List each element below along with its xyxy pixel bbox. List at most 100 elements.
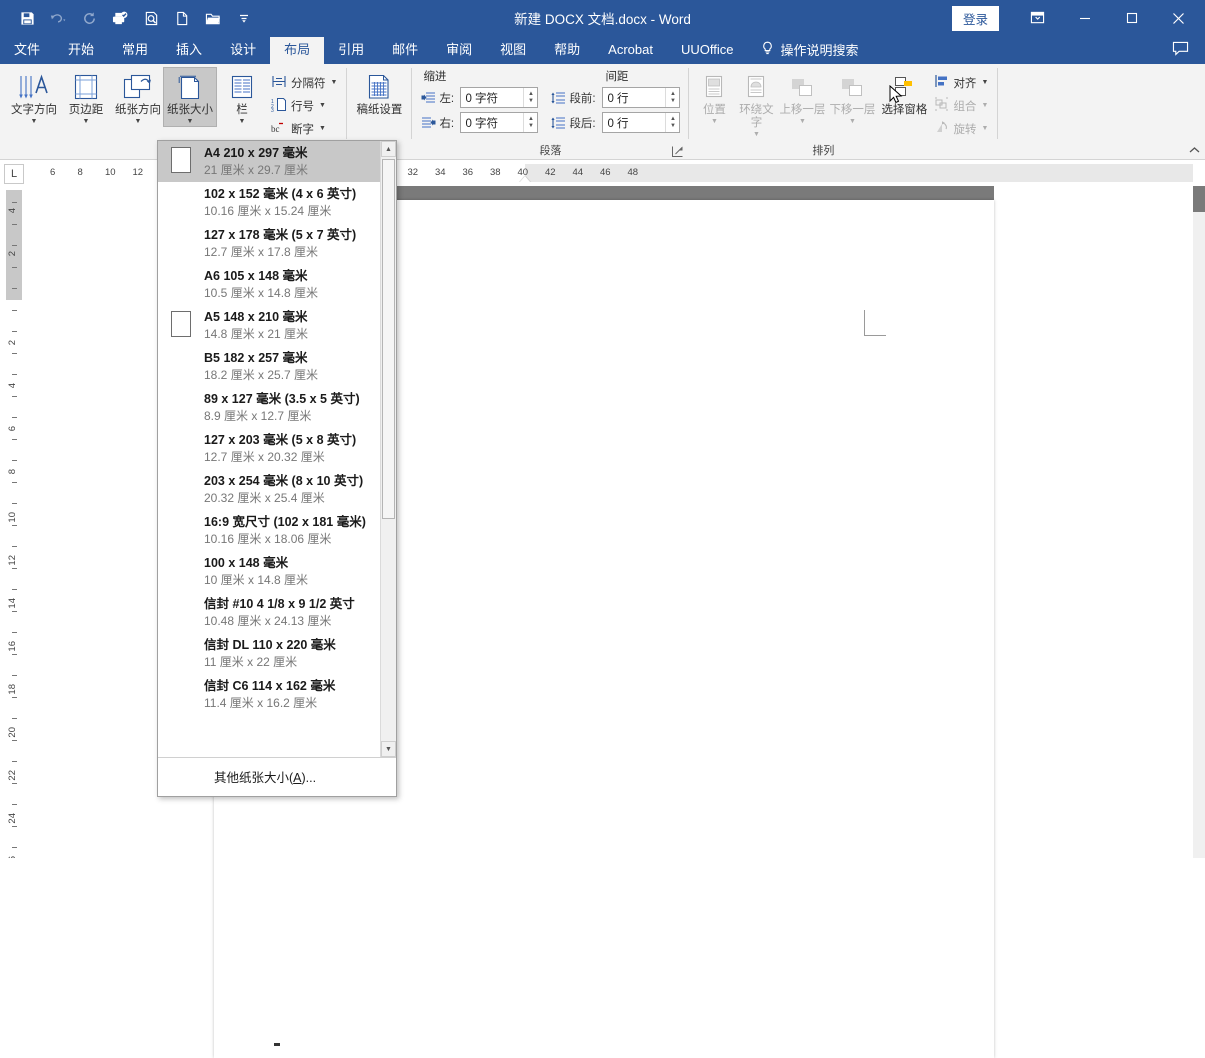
- chevron-down-icon[interactable]: ▼: [135, 118, 142, 126]
- paper-size-item[interactable]: 100 x 148 毫米 10 厘米 x 14.8 厘米: [158, 551, 380, 592]
- tab-mailings[interactable]: 邮件: [378, 37, 432, 64]
- paper-size-item[interactable]: 信封 #10 4 1/8 x 9 1/2 英寸 10.48 厘米 x 24.13 …: [158, 592, 380, 633]
- line-numbers-button[interactable]: 123 行号 ▼: [268, 94, 342, 117]
- space-before-field[interactable]: 0 行 ▲ ▼: [602, 87, 681, 108]
- paper-size-item[interactable]: 16:9 宽尺寸 (102 x 181 毫米) 10.16 厘米 x 18.06 …: [158, 510, 380, 551]
- undo-icon[interactable]: [45, 5, 71, 31]
- tab-home[interactable]: 开始: [54, 37, 108, 64]
- minimize-icon[interactable]: [1062, 0, 1107, 36]
- tab-stop-selector[interactable]: L: [4, 164, 24, 184]
- chevron-down-icon[interactable]: ▼: [711, 118, 718, 126]
- tab-references[interactable]: 引用: [324, 37, 378, 64]
- quick-print-icon[interactable]: [107, 5, 133, 31]
- paper-size-item[interactable]: A4 210 x 297 毫米 21 厘米 x 29.7 厘米: [158, 141, 380, 182]
- sign-in-button[interactable]: 登录: [951, 5, 999, 31]
- chevron-down-icon[interactable]: ▼: [753, 131, 760, 139]
- paper-size-item[interactable]: 89 x 127 毫米 (3.5 x 5 英寸) 8.9 厘米 x 12.7 厘米: [158, 387, 380, 428]
- paper-size-item[interactable]: 127 x 178 毫米 (5 x 7 英寸) 12.7 厘米 x 17.8 厘米: [158, 223, 380, 264]
- paper-size-item-dimensions: 20.32 厘米 x 25.4 厘米: [204, 491, 325, 505]
- paragraph-dialog-launcher[interactable]: [671, 145, 684, 158]
- manuscript-grid-button[interactable]: 稿纸设置: [351, 68, 407, 117]
- tab-acrobat[interactable]: Acrobat: [594, 37, 667, 64]
- wrap-text-button[interactable]: 环绕文字 ▼: [735, 68, 777, 139]
- tab-view[interactable]: 视图: [486, 37, 540, 64]
- paper-size-item[interactable]: 203 x 254 毫米 (8 x 10 英寸) 20.32 厘米 x 25.4 …: [158, 469, 380, 510]
- chevron-down-icon[interactable]: ▼: [31, 118, 38, 126]
- paper-size-item[interactable]: 102 x 152 毫米 (4 x 6 英寸) 10.16 厘米 x 15.24 …: [158, 182, 380, 223]
- redo-icon[interactable]: [76, 5, 102, 31]
- scrollbar-thumb[interactable]: [382, 159, 395, 519]
- ruler-dash: [12, 417, 17, 418]
- new-document-icon[interactable]: [169, 5, 195, 31]
- tab-common[interactable]: 常用: [108, 37, 162, 64]
- paper-size-item[interactable]: 信封 DL 110 x 220 毫米 11 厘米 x 22 厘米: [158, 633, 380, 674]
- paper-size-item[interactable]: A5 148 x 210 毫米 14.8 厘米 x 21 厘米: [158, 305, 380, 346]
- tab-insert[interactable]: 插入: [162, 37, 216, 64]
- save-icon[interactable]: [14, 5, 40, 31]
- vertical-scrollbar[interactable]: [1193, 212, 1205, 858]
- open-icon[interactable]: [200, 5, 226, 31]
- columns-button[interactable]: 栏 ▼: [216, 68, 268, 126]
- chevron-down-icon[interactable]: ▼: [981, 125, 988, 132]
- margins-button[interactable]: 页边距 ▼: [60, 68, 112, 126]
- group-button[interactable]: 组合 ▼: [931, 94, 993, 117]
- customize-qat-icon[interactable]: [231, 5, 257, 31]
- spinner-arrows[interactable]: ▲ ▼: [523, 113, 537, 132]
- more-paper-sizes-item[interactable]: 其他纸张大小(A)...: [158, 765, 396, 788]
- tab-layout[interactable]: 布局: [270, 37, 325, 64]
- paper-size-button[interactable]: 纸张大小 ▼: [163, 67, 217, 127]
- paper-size-item[interactable]: 信封 C6 114 x 162 毫米 11.4 厘米 x 16.2 厘米: [158, 674, 380, 715]
- tab-review[interactable]: 审阅: [432, 37, 486, 64]
- send-backward-button[interactable]: 下移一层 ▼: [827, 68, 877, 126]
- page-shape-icon: [171, 311, 191, 337]
- chevron-down-icon[interactable]: ▼: [83, 118, 90, 126]
- hyphenation-button[interactable]: bc 断字 ▼: [268, 117, 342, 140]
- spinner-arrows[interactable]: ▲ ▼: [665, 88, 679, 107]
- paper-size-item[interactable]: 127 x 203 毫米 (5 x 8 英寸) 12.7 厘米 x 20.32 厘…: [158, 428, 380, 469]
- close-icon[interactable]: [1156, 0, 1201, 36]
- chevron-down-icon[interactable]: ▼: [981, 79, 988, 86]
- paper-preview-icon: [158, 390, 204, 393]
- paper-size-item[interactable]: B5 182 x 257 毫米 18.2 厘米 x 25.7 厘米: [158, 346, 380, 387]
- vertical-ruler[interactable]: 422468101214161820222426: [6, 190, 22, 858]
- indent-left-field[interactable]: 0 字符 ▲ ▼: [460, 87, 539, 108]
- print-preview-icon[interactable]: [138, 5, 164, 31]
- scroll-down-arrow-icon[interactable]: ▼: [381, 741, 396, 757]
- breaks-button[interactable]: 分隔符 ▼: [268, 71, 342, 94]
- comment-icon[interactable]: [1172, 39, 1205, 64]
- chevron-down-icon[interactable]: ▼: [319, 102, 326, 109]
- orientation-button[interactable]: 纸张方向 ▼: [112, 68, 164, 126]
- scroll-up-arrow-icon[interactable]: ▲: [381, 141, 396, 157]
- position-button[interactable]: 位置 ▼: [693, 68, 735, 126]
- tab-uuoffice[interactable]: UUOffice: [667, 37, 748, 64]
- chevron-down-icon[interactable]: ▼: [331, 79, 338, 86]
- tab-design[interactable]: 设计: [216, 37, 270, 64]
- ribbon-display-options-icon[interactable]: [1015, 0, 1060, 36]
- bring-forward-button[interactable]: 上移一层 ▼: [777, 68, 827, 126]
- chevron-down-icon[interactable]: ▼: [239, 118, 246, 126]
- spinner-arrows[interactable]: ▲ ▼: [523, 88, 537, 107]
- tab-help[interactable]: 帮助: [540, 37, 594, 64]
- paper-preview-icon: [158, 595, 204, 598]
- collapse-ribbon-button[interactable]: [1187, 143, 1201, 157]
- maximize-icon[interactable]: [1109, 0, 1154, 36]
- selection-pane-button[interactable]: 选择窗格: [877, 68, 931, 117]
- chevron-down-icon[interactable]: ▼: [319, 125, 326, 132]
- tab-file[interactable]: 文件: [0, 37, 54, 64]
- spinner-arrows[interactable]: ▲ ▼: [665, 113, 679, 132]
- tell-me-search[interactable]: 操作说明搜索: [747, 36, 868, 64]
- rotate-button[interactable]: 旋转 ▼: [931, 117, 993, 140]
- paper-size-scrollbar[interactable]: ▲ ▼: [380, 141, 396, 757]
- chevron-down-icon[interactable]: ▼: [187, 118, 194, 126]
- chevron-down-icon[interactable]: ▼: [799, 118, 806, 126]
- chevron-down-icon[interactable]: ▼: [981, 102, 988, 109]
- paper-size-item-text: 信封 #10 4 1/8 x 9 1/2 英寸 10.48 厘米 x 24.13 …: [204, 595, 374, 629]
- align-button[interactable]: 对齐 ▼: [931, 71, 993, 94]
- text-direction-button[interactable]: 文字方向 ▼: [8, 68, 60, 126]
- group-divider: [997, 68, 999, 139]
- indent-right-field[interactable]: 0 字符 ▲ ▼: [460, 112, 539, 133]
- space-after-field[interactable]: 0 行 ▲ ▼: [602, 112, 681, 133]
- ruler-tick-label: 42: [545, 167, 556, 178]
- paper-size-item[interactable]: A6 105 x 148 毫米 10.5 厘米 x 14.8 厘米: [158, 264, 380, 305]
- chevron-down-icon[interactable]: ▼: [849, 118, 856, 126]
